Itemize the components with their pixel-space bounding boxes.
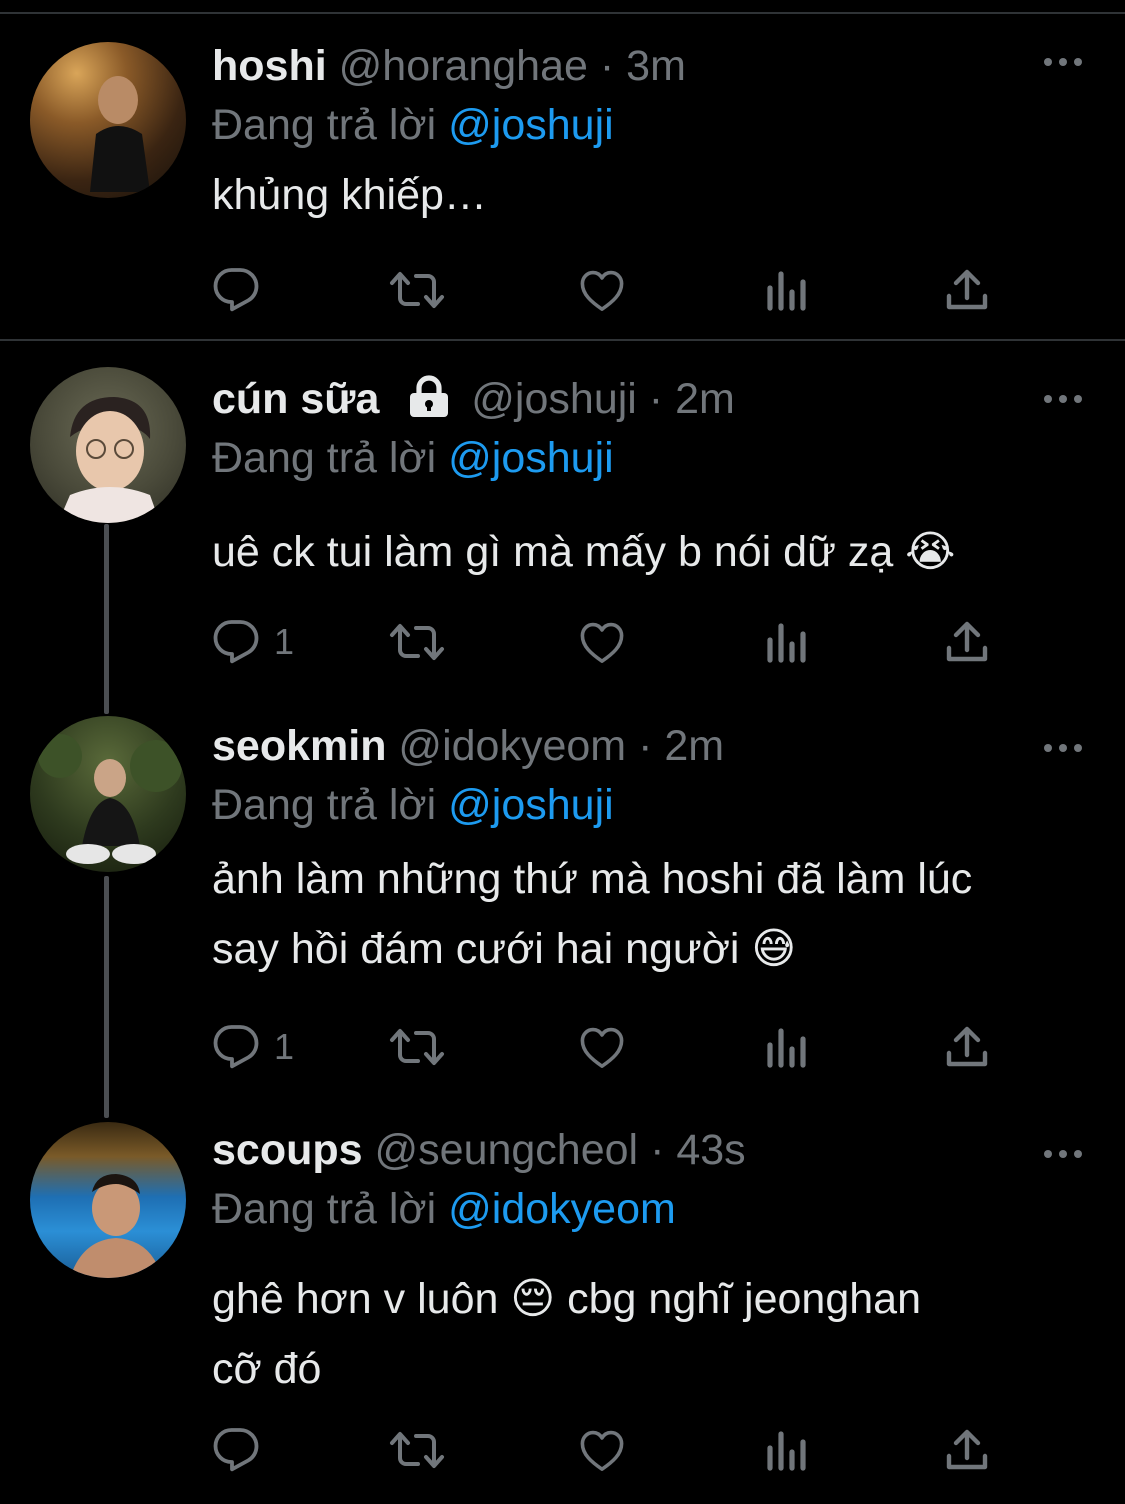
reply-mention-link[interactable]: @idokyeom [448,1185,676,1233]
reply-button[interactable]: 1 [212,1017,294,1077]
reply-context: Đang trả lời @idokyeom [212,1180,1085,1238]
user-handle[interactable]: @horanghae [339,42,588,90]
display-name[interactable]: seokmin [212,722,386,770]
tweet-text-line: say hồi đám cưới hai người 😅 [212,925,797,973]
views-button[interactable] [764,1017,808,1077]
tweet-text-line: ghê hơn v luôn 😔 cbg nghĩ jeonghan [212,1275,921,1323]
separator-dot: · [648,375,664,423]
share-icon [946,269,988,310]
reply-context: Đang trả lời @joshuji [212,429,1085,487]
reply-context: Đang trả lời @joshuji [212,776,1085,834]
share-button[interactable] [944,1420,990,1480]
more-options-button[interactable] [1043,391,1083,409]
user-handle[interactable]: @joshuji [471,375,637,423]
like-button[interactable] [578,260,626,320]
retweet-icon [390,1432,444,1468]
tweet[interactable]: scoups @seungcheol · 43s Đang trả lời @i… [0,1106,1125,1504]
reply-icon [213,1025,259,1069]
reply-mention-link[interactable]: @joshuji [448,101,614,149]
tweet-text-line: uê ck tui làm gì mà mấy b nói dữ zạ 😭 [212,528,956,576]
timestamp[interactable]: 3m [626,42,686,90]
timestamp[interactable]: 2m [675,375,735,423]
share-icon [946,1026,988,1067]
reply-prefix: Đang trả lời [212,781,437,829]
tweet-text: ghê hơn v luôn 😔 cbg nghĩ jeonghan cỡ đó [212,1264,1085,1404]
share-button[interactable] [944,260,990,320]
reply-mention-link[interactable]: @joshuji [448,434,614,482]
reply-icon [213,1428,259,1472]
views-icon [767,1431,806,1471]
retweet-icon [390,624,444,660]
reply-button[interactable] [212,1420,274,1480]
reply-mention-link[interactable]: @joshuji [448,781,614,829]
views-icon [767,271,806,311]
tweet-text-line: cỡ đó [212,1345,322,1393]
retweet-icon [390,1029,444,1065]
like-button[interactable] [578,612,626,672]
views-icon [767,623,806,663]
like-icon [580,622,624,663]
share-button[interactable] [944,612,990,672]
tweet-text: ảnh làm những thứ mà hoshi đã làm lúc sa… [212,844,1085,984]
user-handle[interactable]: @idokyeom [398,722,626,770]
avatar[interactable] [30,716,186,872]
tweet-text-line: ảnh làm những thứ mà hoshi đã làm lúc [212,855,973,903]
more-options-button[interactable] [1043,740,1083,758]
share-button[interactable] [944,1017,990,1077]
reply-context: Đang trả lời @joshuji [212,96,1085,154]
like-button[interactable] [578,1420,626,1480]
retweet-icon [390,272,444,308]
like-button[interactable] [578,1017,626,1077]
separator-dot: · [599,42,615,90]
reply-count: 1 [274,621,295,662]
user-handle[interactable]: @seungcheol [375,1126,639,1174]
views-icon [767,1028,806,1068]
reply-prefix: Đang trả lời [212,434,437,482]
lock-icon [405,373,453,433]
timestamp[interactable]: 2m [664,722,724,770]
retweet-button[interactable] [388,1017,446,1077]
reply-prefix: Đang trả lời [212,101,437,149]
separator-dot: · [650,1126,665,1174]
display-name[interactable]: scoups [212,1126,363,1174]
timestamp[interactable]: 43s [676,1126,745,1174]
display-name[interactable]: cún sữa [212,375,379,423]
avatar[interactable] [30,1122,186,1278]
tweet[interactable]: hoshi @horanghae · 3m Đang trả lời @josh… [0,14,1125,339]
share-icon [946,1429,988,1470]
like-icon [580,270,624,311]
views-button[interactable] [764,1420,808,1480]
tweet-text: uê ck tui làm gì mà mấy b nói dữ zạ 😭 [212,517,1085,587]
more-icon [1044,58,1082,66]
separator-dot: · [638,722,653,770]
views-button[interactable] [764,612,808,672]
views-button[interactable] [764,260,808,320]
display-name[interactable]: hoshi [212,42,327,90]
tweet[interactable]: seokmin @idokyeom · 2m Đang trả lời @jos… [0,701,1125,1106]
more-options-button[interactable] [1043,1146,1083,1164]
tweet-text: khủng khiếp… [212,160,1085,230]
tweet[interactable]: cún sữa @joshuji · 2m Đang trả lời @josh… [0,341,1125,701]
avatar[interactable] [30,42,186,198]
avatar[interactable] [30,367,186,523]
tweet-text-line: khủng khiếp… [212,171,487,219]
like-icon [580,1430,624,1471]
more-options-button[interactable] [1043,54,1083,72]
retweet-button[interactable] [388,612,446,672]
more-icon [1044,395,1082,403]
more-icon [1044,1150,1082,1158]
retweet-button[interactable] [388,1420,446,1480]
reply-button[interactable]: 1 [212,612,294,672]
like-icon [580,1027,624,1068]
more-icon [1044,744,1082,752]
reply-button[interactable] [212,260,274,320]
reply-prefix: Đang trả lời [212,1185,437,1233]
retweet-button[interactable] [388,260,446,320]
reply-icon [213,268,259,312]
reply-count: 1 [274,1026,295,1067]
reply-icon [213,620,259,664]
share-icon [946,621,988,662]
